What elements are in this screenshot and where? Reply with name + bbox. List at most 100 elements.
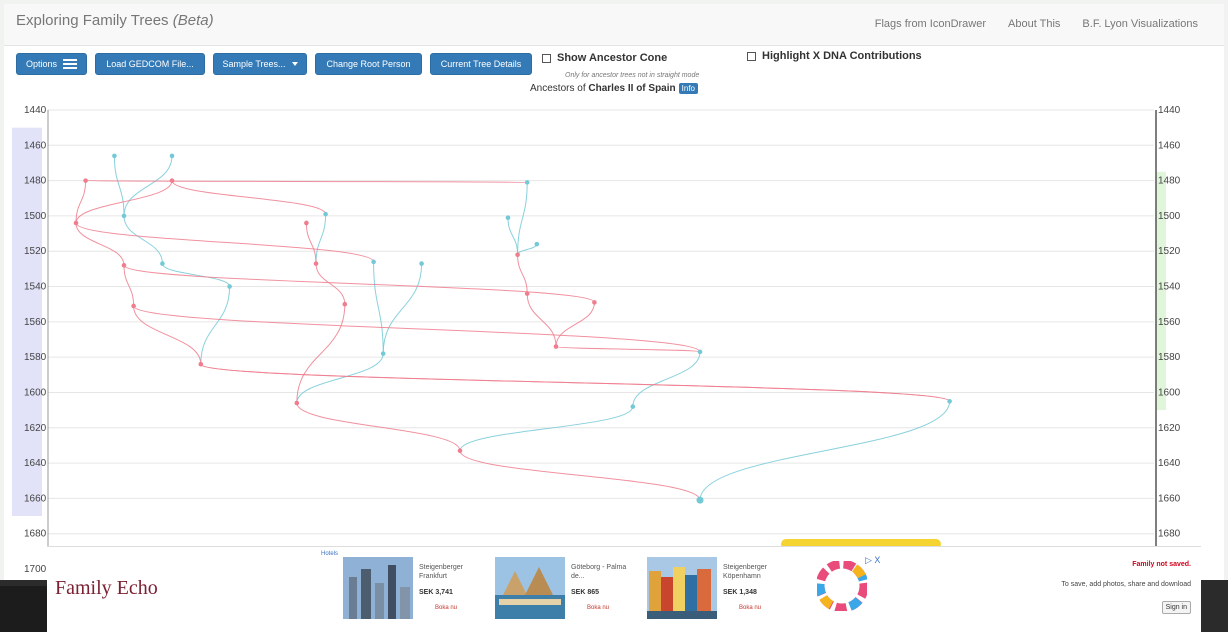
ancestor-point bbox=[592, 300, 597, 305]
ancestor-link bbox=[555, 346, 701, 353]
app-window: Exploring Family Trees (Beta) Flags from… bbox=[4, 4, 1224, 580]
ancestor-link bbox=[517, 254, 528, 294]
ancestor-link bbox=[75, 180, 87, 223]
ancestor-link bbox=[305, 222, 317, 264]
ad-card[interactable]: Göteborg - Palma de... SEK 865 Boka nu bbox=[495, 557, 639, 619]
family-echo-logo[interactable]: Family Echo bbox=[55, 577, 158, 600]
ancestor-link bbox=[699, 401, 951, 501]
y-tick-label-right: 1620 bbox=[1158, 423, 1181, 434]
ancestor-link bbox=[507, 217, 519, 255]
background-strip bbox=[1201, 580, 1228, 632]
ad-card-book[interactable]: Boka nu bbox=[435, 605, 457, 611]
ancestor-link bbox=[123, 264, 595, 303]
ancestor-link bbox=[113, 155, 125, 216]
screen-background: Exploring Family Trees (Beta) Flags from… bbox=[0, 0, 1228, 632]
ancestor-point bbox=[304, 220, 309, 226]
ad-tag: Hotels bbox=[321, 551, 339, 557]
ad-card-book[interactable]: Boka nu bbox=[739, 605, 761, 611]
ad-card-name: Steigenberger Köpenhamn bbox=[723, 564, 767, 580]
y-tick-label-left: 1560 bbox=[24, 317, 47, 328]
ad-card[interactable]: Steigenberger Köpenhamn SEK 1,348 Boka n… bbox=[647, 557, 791, 619]
ancestor-point bbox=[524, 291, 530, 296]
ancestor-point bbox=[697, 349, 703, 355]
ancestor-point bbox=[169, 153, 175, 159]
ancestor-link bbox=[526, 293, 557, 347]
ancestor-point bbox=[524, 180, 530, 185]
ancestor-link bbox=[123, 155, 173, 216]
ancestor-link bbox=[459, 406, 634, 451]
y-tick-label-left: 1580 bbox=[24, 352, 47, 363]
ancestor-link bbox=[517, 182, 528, 255]
y-tick-label-right: 1460 bbox=[1158, 140, 1181, 151]
y-tick-label-left: 1620 bbox=[24, 423, 47, 434]
y-tick-label-right: 1480 bbox=[1158, 176, 1181, 187]
ancestor-point bbox=[112, 153, 117, 159]
y-tick-label-left: 1680 bbox=[24, 529, 47, 540]
ancestor-link bbox=[123, 265, 135, 306]
y-tick-label-right: 1500 bbox=[1158, 211, 1181, 222]
ad-card-name: Göteborg - Palma de... bbox=[571, 564, 627, 580]
y-tick-label-left: 1500 bbox=[24, 211, 47, 222]
ancestor-point bbox=[169, 178, 175, 183]
ad-card[interactable]: Steigenberger Frankfurt SEK 3,741 Boka n… bbox=[343, 557, 487, 619]
y-tick-label-right: 1580 bbox=[1158, 352, 1181, 363]
ancestor-point bbox=[419, 261, 424, 266]
ancestor-chart[interactable]: 1440 1440 1460 1460 1480 1480 1500 1500 1520 1520… bbox=[4, 4, 1224, 580]
hotel-image bbox=[647, 557, 717, 619]
ad-close-icon[interactable]: ▷ X bbox=[865, 555, 880, 566]
ad-card-price: SEK 3,741 bbox=[419, 589, 453, 596]
not-saved-text: Family not saved. bbox=[1132, 561, 1191, 568]
ancestor-link bbox=[296, 304, 346, 404]
y-tick-label-left: 1480 bbox=[24, 176, 47, 187]
ad-card-price: SEK 865 bbox=[571, 589, 600, 596]
background-strip bbox=[0, 586, 47, 632]
ad-wheel-logo bbox=[817, 561, 867, 611]
ancestor-point bbox=[73, 220, 79, 226]
hotel-image bbox=[495, 557, 565, 619]
ancestor-point bbox=[160, 261, 165, 266]
ad-card-name: Steigenberger Frankfurt bbox=[419, 564, 463, 580]
ancestor-point bbox=[696, 496, 704, 504]
y-tick-label-right: 1540 bbox=[1158, 282, 1181, 293]
ancestor-point bbox=[534, 241, 540, 247]
ancestor-point bbox=[371, 259, 376, 265]
sign-in-button[interactable]: Sign in bbox=[1161, 601, 1191, 614]
ancestor-point bbox=[553, 344, 559, 349]
ad-banner: Family Echo Hotels ▷ X Steigenberger Fra… bbox=[47, 546, 1201, 632]
ancestor-link bbox=[133, 305, 701, 353]
y-tick-label-right: 1680 bbox=[1158, 529, 1181, 540]
ancestor-point bbox=[227, 284, 232, 289]
ancestor-link bbox=[200, 363, 951, 402]
y-tick-label-left: 1640 bbox=[24, 458, 47, 469]
ancestor-point bbox=[505, 215, 511, 220]
ancestor-link bbox=[555, 302, 595, 347]
ancestor-point bbox=[457, 448, 463, 454]
ancestor-point bbox=[198, 361, 204, 367]
save-promo-text: To save, add photos, share and download bbox=[1061, 581, 1191, 588]
ancestor-point bbox=[380, 351, 386, 356]
ancestor-point bbox=[83, 178, 88, 183]
ancestor-point bbox=[121, 213, 127, 219]
ancestor-link bbox=[315, 214, 327, 264]
y-tick-label-left: 1660 bbox=[24, 493, 47, 504]
y-tick-label-left: 1540 bbox=[24, 282, 47, 293]
ancestor-point bbox=[947, 398, 952, 404]
ancestor-point bbox=[313, 261, 319, 266]
ancestor-link bbox=[161, 263, 231, 287]
ancestor-link bbox=[200, 286, 231, 365]
ancestor-point bbox=[323, 211, 328, 217]
ancestor-point bbox=[121, 263, 127, 268]
y-tick-label-left: 1700 bbox=[24, 564, 47, 575]
y-tick-label-left: 1520 bbox=[24, 246, 47, 257]
ancestor-point bbox=[630, 404, 636, 409]
ancestor-point bbox=[342, 301, 348, 307]
y-tick-label-right: 1660 bbox=[1158, 493, 1181, 504]
y-tick-label-left: 1460 bbox=[24, 140, 47, 151]
ancestor-point bbox=[294, 400, 300, 406]
ancestor-point bbox=[515, 252, 520, 258]
ancestor-link bbox=[517, 243, 538, 255]
ancestor-link bbox=[171, 180, 327, 215]
ancestor-link bbox=[123, 215, 163, 264]
ancestor-link bbox=[373, 261, 384, 354]
ad-card-book[interactable]: Boka nu bbox=[587, 605, 609, 611]
